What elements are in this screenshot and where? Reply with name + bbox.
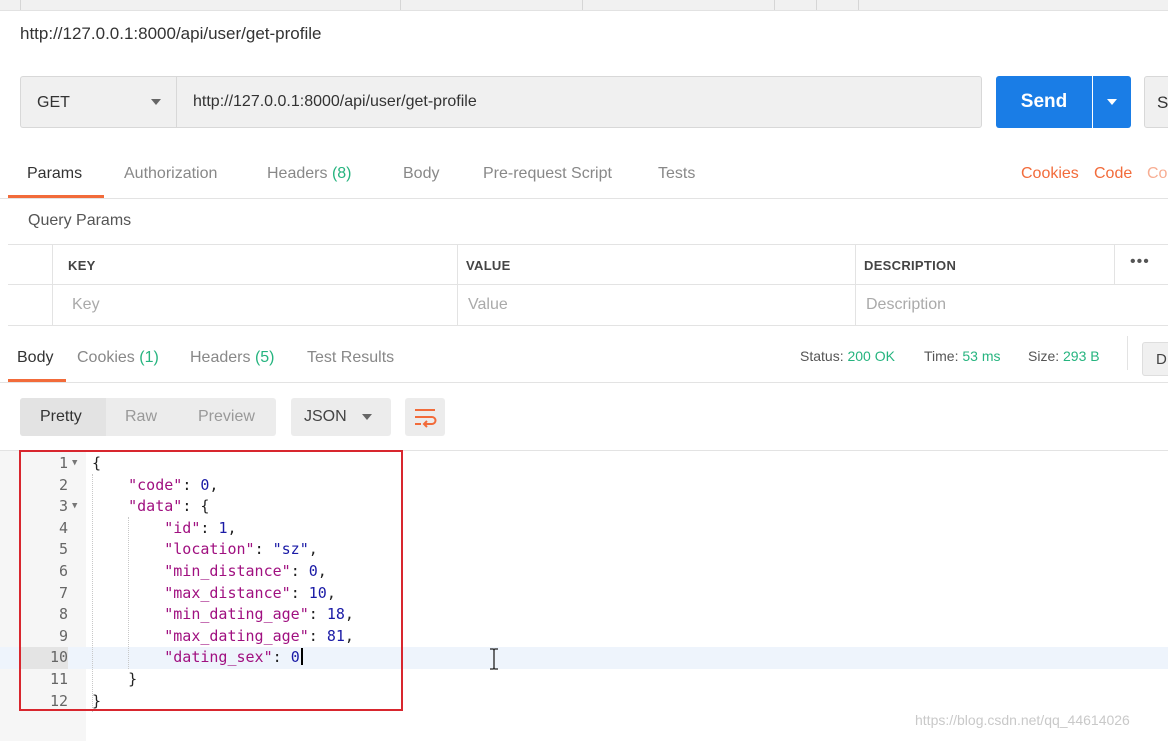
format-select[interactable]: JSON: [291, 398, 391, 436]
column-value: VALUE: [466, 258, 511, 273]
table-header-row: KEY VALUE DESCRIPTION •••: [8, 244, 1168, 285]
watermark: https://blog.csdn.net/qq_44614026: [915, 712, 1130, 728]
code-line: 9 "max_dating_age": 81,: [58, 626, 354, 645]
format-label: JSON: [304, 408, 347, 425]
code-line: 4 "id": 1,: [58, 518, 237, 537]
code-line: 1 ▼ {: [0, 453, 1168, 475]
code-link[interactable]: Code: [1094, 165, 1132, 183]
tab-body[interactable]: Body: [403, 165, 439, 183]
code-line: 8 "min_dating_age": 18,: [58, 605, 354, 624]
column-key: KEY: [68, 258, 96, 273]
code-line: 7 "max_distance": 10,: [58, 583, 336, 602]
view-raw[interactable]: Raw: [125, 408, 157, 426]
tab-response-cookies[interactable]: Cookies (1): [77, 349, 159, 367]
text-cursor-icon: [490, 648, 498, 670]
wrap-lines-icon: [415, 409, 437, 428]
send-dropdown-button[interactable]: [1093, 76, 1131, 128]
code-line: 3 ▼ "data": {: [0, 496, 1168, 518]
code-line-active: 10 "dating_sex": 0: [0, 647, 1168, 669]
view-preview[interactable]: Preview: [198, 408, 255, 426]
window-tab-strip: [0, 0, 1168, 11]
code-line: 12 }: [49, 691, 102, 710]
value-input[interactable]: Value: [468, 296, 508, 314]
url-input[interactable]: http://127.0.0.1:8000/api/user/get-profi…: [176, 76, 982, 128]
size-readout: Size: 293 B: [1028, 348, 1100, 364]
send-button[interactable]: Send: [996, 76, 1092, 128]
column-description: DESCRIPTION: [864, 258, 957, 273]
active-tab-indicator: [8, 195, 104, 198]
headers-count: (8): [331, 165, 352, 182]
text-cursor: [300, 648, 303, 666]
download-button[interactable]: D: [1142, 342, 1168, 376]
tab-authorization[interactable]: Authorization: [124, 165, 217, 183]
tab-tests[interactable]: Tests: [658, 165, 695, 183]
fold-arrow-icon: ▼: [72, 501, 78, 512]
code-line: 6 "min_distance": 0,: [58, 562, 327, 580]
fold-arrow-icon: ▼: [72, 458, 78, 468]
method-label: GET: [37, 94, 70, 111]
tab-response-body[interactable]: Body: [17, 349, 53, 367]
comments-link[interactable]: Co: [1147, 165, 1167, 183]
active-tab-indicator: [8, 379, 66, 382]
view-mode-toggle: Pretty Raw Preview: [20, 398, 276, 436]
request-tabs: Params Authorization Headers (8) Body Pr…: [0, 150, 1168, 199]
query-params-title: Query Params: [28, 212, 132, 229]
chevron-down-icon: [1107, 99, 1117, 105]
query-params-table: KEY VALUE DESCRIPTION ••• Key Value Desc…: [8, 244, 1168, 326]
view-pretty[interactable]: Pretty: [40, 408, 82, 426]
tab-params[interactable]: Params: [27, 165, 82, 183]
method-select[interactable]: GET: [20, 76, 176, 128]
chevron-down-icon: [151, 99, 161, 105]
wrap-lines-button[interactable]: [405, 398, 445, 436]
response-body-editor[interactable]: 1 ▼ { 2 "code": 0, 3 ▼ "data": { 4 "id": 1…: [0, 450, 1168, 741]
cookies-link[interactable]: Cookies: [1021, 165, 1079, 183]
code-line: 5 "location": "sz",: [58, 540, 318, 559]
key-input[interactable]: Key: [72, 296, 100, 314]
time-readout: Time: 53 ms: [924, 348, 1001, 364]
tab-test-results[interactable]: Test Results: [307, 349, 394, 367]
request-title: http://127.0.0.1:8000/api/user/get-profi…: [20, 24, 322, 43]
table-row: Key Value Description: [8, 285, 1168, 326]
tab-response-headers[interactable]: Headers (5): [190, 349, 275, 367]
code-line: 11 }: [49, 670, 138, 688]
response-tabs: Body Cookies (1) Headers (5) Test Result…: [0, 336, 1168, 383]
size-value: 293 B: [1063, 348, 1100, 364]
description-input[interactable]: Description: [866, 296, 946, 314]
chevron-down-icon: [362, 414, 372, 420]
status-value: 200 OK: [847, 348, 895, 364]
code-line: 2 "code": 0,: [58, 475, 219, 494]
save-button[interactable]: Sa: [1144, 76, 1168, 128]
time-value: 53 ms: [962, 348, 1001, 364]
url-text: http://127.0.0.1:8000/api/user/get-profi…: [193, 93, 477, 110]
tab-headers[interactable]: Headers (8): [267, 165, 352, 183]
status-readout: Status: 200 OK: [800, 348, 895, 364]
more-options-icon[interactable]: •••: [1130, 253, 1150, 271]
tab-pre-request-script[interactable]: Pre-request Script: [483, 165, 612, 183]
